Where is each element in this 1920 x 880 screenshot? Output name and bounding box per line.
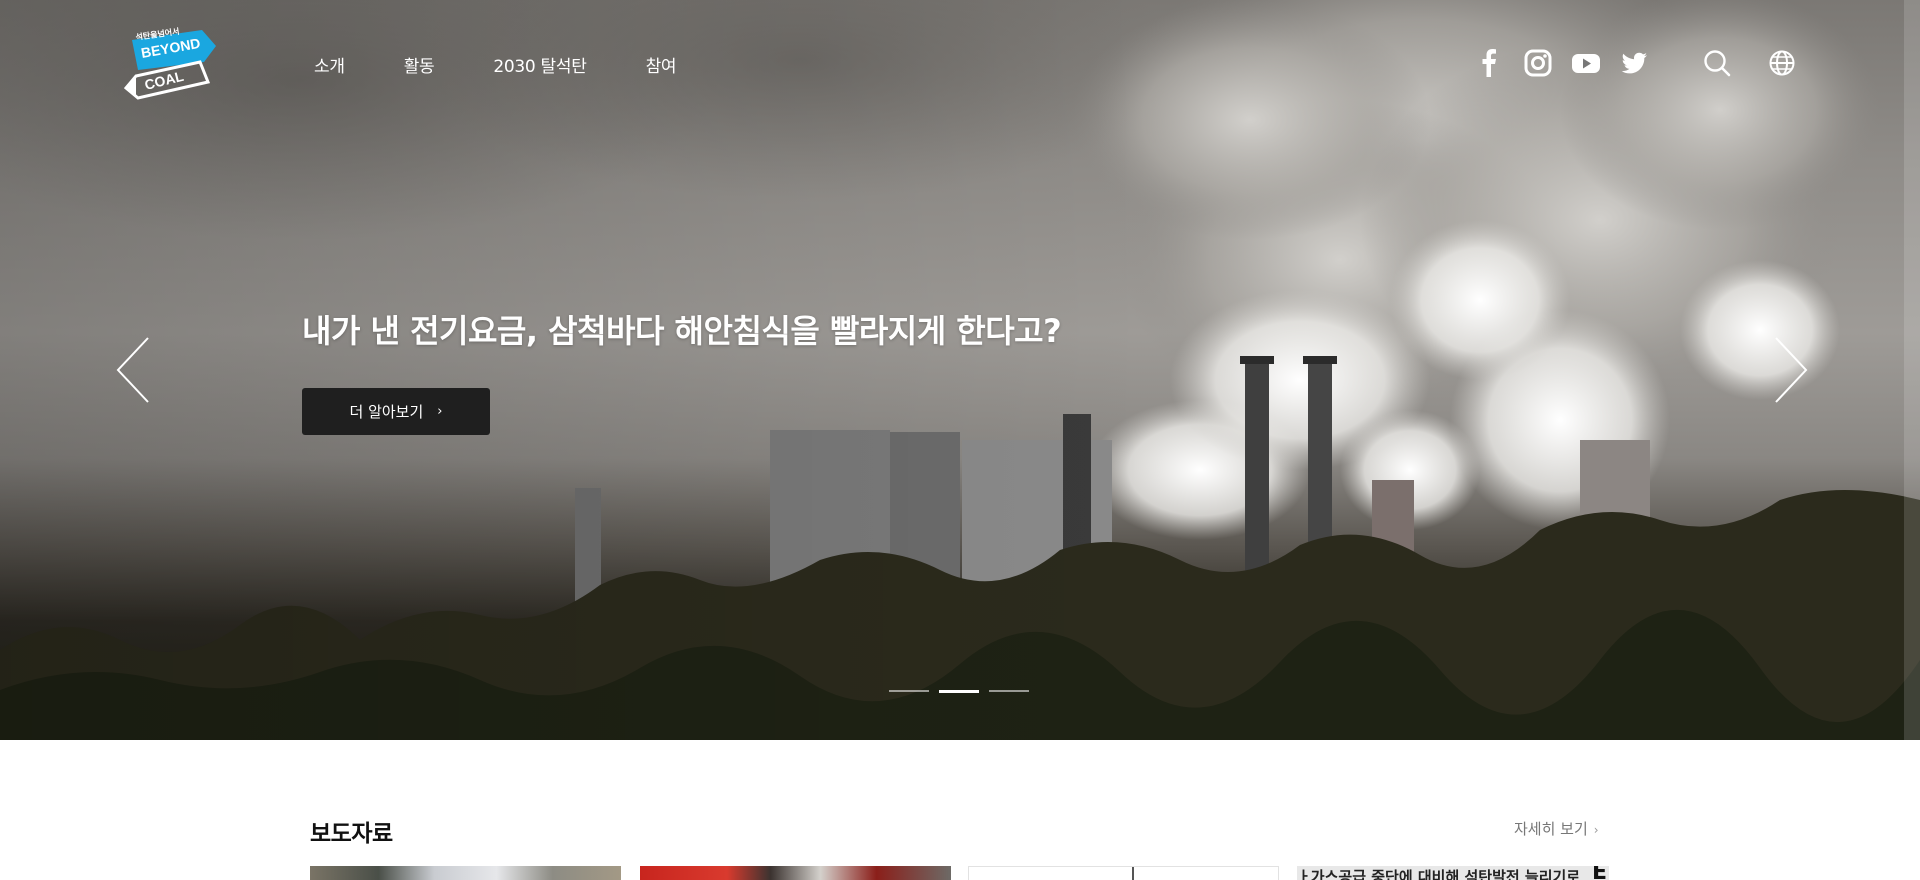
globe-icon[interactable] [1768,49,1796,77]
nav-item-intro[interactable]: 소개 [314,52,345,77]
slide-title: 내가 낸 전기요금, 삼척바다 해안침식을 빨라지게 한다고? [302,312,1062,350]
pagination-dot-1[interactable] [889,690,929,692]
press-section-title: 보도자료 [310,821,393,847]
press-card-4-thumbnail[interactable]: ㅏ가스공급 중단에 대비해 석탄발전 늘리기로 E [1297,866,1609,880]
nav-item-activities[interactable]: 활동 [404,52,435,77]
youtube-icon[interactable] [1571,49,1601,77]
press-card-4-badge: E [1591,866,1607,880]
twitter-icon[interactable] [1620,49,1648,77]
nav-item-2030-coal-phaseout[interactable]: 2030 탈석탄 [493,52,586,77]
nav-item-participate[interactable]: 참여 [646,52,677,77]
hero-carousel: 석탄을넘어서 BEYOND COAL 소개 활동 2030 탈석탄 참여 내가 낸 … [0,0,1920,740]
press-card-2-thumbnail[interactable] [640,866,951,880]
beyond-coal-logo[interactable]: 석탄을넘어서BEYONDCOAL [124,26,216,102]
search-icon[interactable] [1703,49,1731,77]
see-more-label: 자세히 보기 [1514,820,1588,838]
learn-more-label: 더 알아보기 [349,403,424,421]
prev-slide-button[interactable] [114,336,154,404]
main-nav: 소개 활동 2030 탈석탄 참여 [314,52,735,77]
pagination-dot-3[interactable] [989,690,1029,692]
chevron-left-icon [116,337,149,403]
chevron-right-icon: › [1593,823,1599,837]
chevron-right-icon [1775,337,1808,403]
pagination-dot-2-active[interactable] [939,690,979,693]
press-card-3-thumbnail[interactable] [968,866,1279,880]
press-card-1-thumbnail[interactable] [310,866,621,880]
carousel-pagination [889,690,1029,693]
instagram-icon[interactable] [1524,49,1552,77]
chevron-right-icon: › [437,404,443,419]
next-slide-button[interactable] [1770,336,1810,404]
facebook-icon[interactable] [1478,49,1500,77]
learn-more-button[interactable]: 더 알아보기 › [302,388,490,435]
press-card-4-headline: ㅏ가스공급 중단에 대비해 석탄발전 늘리기로 [1297,868,1581,880]
see-more-link[interactable]: 자세히 보기 › [1514,818,1599,839]
